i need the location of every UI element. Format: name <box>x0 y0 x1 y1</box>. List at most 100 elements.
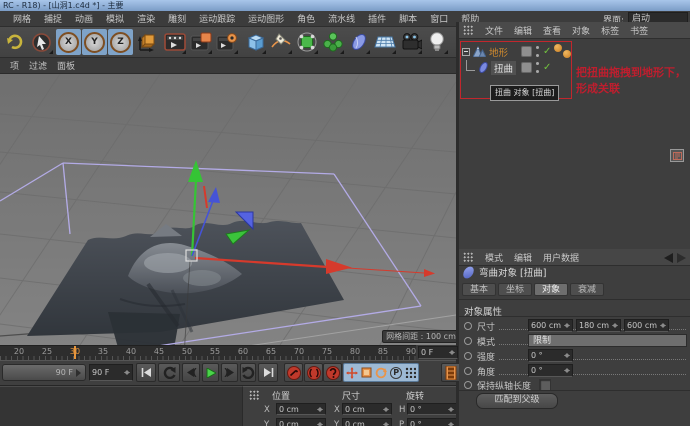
position-x-field[interactable]: 0 cm <box>276 403 326 415</box>
om-menu-edit[interactable]: 编辑 <box>514 24 532 37</box>
anim-dot-icon[interactable] <box>464 352 472 360</box>
menu-pipeline[interactable]: 流水线 <box>328 12 355 25</box>
strength-input[interactable]: 0 ° <box>528 349 573 362</box>
render-view-button[interactable] <box>162 29 187 55</box>
environment-floor-button[interactable] <box>372 29 397 55</box>
tab-falloff[interactable]: 衰减 <box>570 283 605 296</box>
lock-z-axis-button[interactable]: Z <box>108 29 133 55</box>
om-menu-tags[interactable]: 标签 <box>601 24 619 37</box>
deformer-button[interactable] <box>346 29 371 55</box>
menu-mesh[interactable]: 网格 <box>13 12 31 25</box>
menu-sculpt[interactable]: 雕刻 <box>168 12 186 25</box>
size-x-input[interactable]: 600 cm <box>528 319 573 332</box>
viewport-menu-filter[interactable]: 过滤 <box>29 59 47 72</box>
timeline-playhead[interactable] <box>74 346 76 359</box>
camera-button[interactable] <box>398 29 423 55</box>
key-pla-icon[interactable] <box>405 367 417 378</box>
anim-dot-icon[interactable] <box>464 367 472 375</box>
subdivision-surface-button[interactable] <box>294 29 319 55</box>
fit-to-parent-button[interactable]: 匹配到父级 <box>476 393 558 409</box>
am-menu-userdata[interactable]: 用户数据 <box>543 251 579 264</box>
frame-offset-field[interactable]: 0 F <box>418 346 458 359</box>
menu-plugins[interactable]: 插件 <box>368 12 386 25</box>
ruler-tick: 80 <box>349 347 361 356</box>
keyframe-selection-button[interactable] <box>323 363 342 382</box>
rotation-h-field[interactable]: 0 ° <box>407 403 456 415</box>
viewport-menu-options[interactable]: 项 <box>10 59 19 72</box>
rotation-p-field[interactable]: 0 ° <box>407 418 456 426</box>
play-forwards-loop-button[interactable] <box>240 363 256 382</box>
om-menu-objects[interactable]: 对象 <box>572 24 590 37</box>
render-settings-button[interactable] <box>214 29 239 55</box>
grip-icon[interactable] <box>463 25 474 35</box>
am-object-title: 弯曲对象 [扭曲] <box>479 268 547 279</box>
om-menu-view[interactable]: 查看 <box>543 24 561 37</box>
previous-key-button[interactable] <box>182 363 200 382</box>
spline-pen-button[interactable] <box>268 29 293 55</box>
am-menu-mode[interactable]: 模式 <box>485 251 503 264</box>
undo-button[interactable] <box>2 29 27 55</box>
om-menu-file[interactable]: 文件 <box>485 24 503 37</box>
viewport-3d[interactable] <box>0 73 457 426</box>
goto-end-button[interactable] <box>258 363 278 382</box>
anim-dot-icon[interactable] <box>464 337 472 345</box>
menu-snap[interactable]: 捕捉 <box>44 12 62 25</box>
coords-label: X <box>264 405 270 415</box>
render-picture-viewer-button[interactable] <box>188 29 213 55</box>
play-button[interactable] <box>202 363 219 382</box>
menu-simulate[interactable]: 模拟 <box>106 12 124 25</box>
range-handle-icon[interactable] <box>75 368 82 377</box>
grip-icon[interactable] <box>463 252 474 262</box>
add-cube-button[interactable] <box>242 29 267 55</box>
current-frame-field[interactable]: 90 F <box>89 364 133 381</box>
menu-animate[interactable]: 动画 <box>75 12 93 25</box>
preview-range-slider[interactable]: 90 F <box>2 364 86 381</box>
panel-mini-icon[interactable] <box>670 149 684 162</box>
grip-icon[interactable] <box>249 390 260 400</box>
size-y-input[interactable]: 180 cm <box>576 319 621 332</box>
material-manager-empty[interactable] <box>0 386 242 426</box>
menu-render[interactable]: 渲染 <box>137 12 155 25</box>
coordinate-system-button[interactable] <box>134 29 159 55</box>
menu-script[interactable]: 脚本 <box>399 12 417 25</box>
anim-dot-icon[interactable] <box>464 381 472 389</box>
mograph-button[interactable] <box>320 29 345 55</box>
size-x-field[interactable]: 0 cm <box>342 403 392 415</box>
key-scale-icon[interactable] <box>361 367 372 378</box>
light-button[interactable] <box>424 29 449 55</box>
menu-motion-tracker[interactable]: 运动跟踪 <box>199 12 235 25</box>
goto-start-button[interactable] <box>136 363 156 382</box>
history-nav-icons[interactable] <box>664 253 686 263</box>
size-z-input[interactable]: 600 cm <box>624 319 669 332</box>
anim-dot-icon[interactable] <box>464 322 472 330</box>
keying-settings-button[interactable] <box>441 363 461 382</box>
mode-dropdown[interactable]: 限制 <box>528 334 687 347</box>
size-y-field[interactable]: 0 cm <box>342 418 392 426</box>
next-key-button[interactable] <box>221 363 238 382</box>
play-backwards-loop-button[interactable] <box>158 363 180 382</box>
tab-object[interactable]: 对象 <box>534 283 569 296</box>
am-menu-edit[interactable]: 编辑 <box>514 251 532 264</box>
live-selection-button[interactable] <box>29 29 54 55</box>
pen-icon <box>270 33 291 48</box>
key-rotation-icon[interactable] <box>375 367 387 379</box>
ruler-tick: 20 <box>13 347 25 356</box>
key-parameter-icon[interactable]: P <box>390 366 403 379</box>
spinner-arrows-icon[interactable] <box>449 347 455 358</box>
timeline-ruler[interactable]: 20 25 30 35 40 45 50 55 60 65 70 75 80 8… <box>0 345 416 360</box>
lock-y-axis-button[interactable]: Y <box>82 29 107 55</box>
tab-basic[interactable]: 基本 <box>462 283 497 296</box>
viewport-menu-panel[interactable]: 面板 <box>57 59 75 72</box>
menu-character[interactable]: 角色 <box>297 12 315 25</box>
tab-coord[interactable]: 坐标 <box>498 283 533 296</box>
position-y-field[interactable]: 0 cm <box>276 418 326 426</box>
key-position-icon[interactable] <box>345 366 358 379</box>
record-keyframe-button[interactable] <box>284 363 303 382</box>
autokey-button[interactable] <box>304 363 323 382</box>
spinner-arrows-icon[interactable] <box>124 367 130 378</box>
menu-window[interactable]: 窗口 <box>430 12 448 25</box>
om-menu-bookmarks[interactable]: 书签 <box>630 24 648 37</box>
menu-mograph[interactable]: 运动图形 <box>248 12 284 25</box>
lock-x-axis-button[interactable]: X <box>56 29 81 55</box>
angle-input[interactable]: 0 ° <box>528 364 573 377</box>
